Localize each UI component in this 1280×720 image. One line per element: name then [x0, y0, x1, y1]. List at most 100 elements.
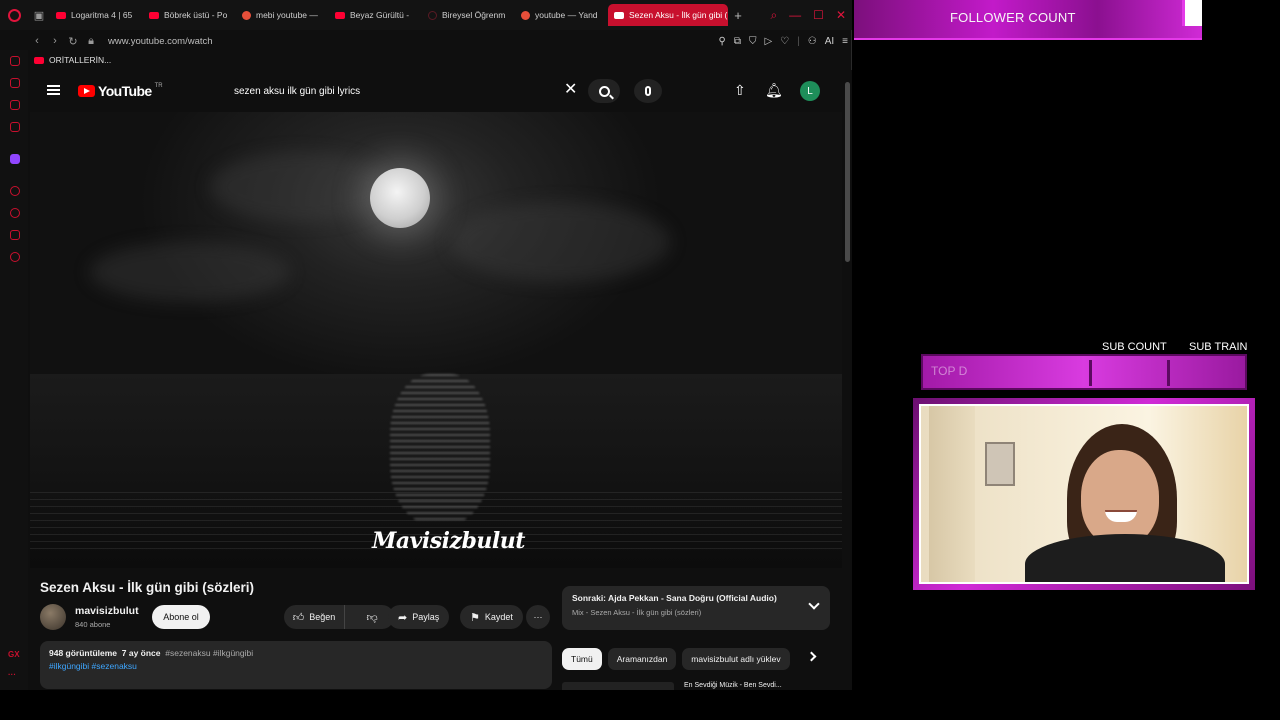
shield-icon[interactable]: ⛉: [749, 36, 757, 47]
reload-icon[interactable]: ↻: [64, 35, 82, 48]
close-window-icon[interactable]: ✕: [836, 8, 846, 22]
gx-icon[interactable]: GX: [8, 650, 20, 659]
instagram-icon[interactable]: [10, 122, 20, 132]
tab-0[interactable]: Logaritma 4 | 65: [50, 4, 142, 26]
webcam-person-face: [1081, 450, 1159, 546]
upload-age: 7 ay önce: [121, 648, 161, 658]
tab-1[interactable]: Böbrek üstü - Po: [143, 4, 235, 26]
youtube-favicon-icon: [614, 11, 624, 19]
extensions-icon[interactable]: [10, 78, 20, 88]
url-field[interactable]: www.youtube.com/watch: [108, 36, 213, 47]
search-input[interactable]: sezen aksu ilk gün gibi lyrics: [224, 79, 580, 103]
settings-icon[interactable]: [10, 252, 20, 262]
opera-logo-icon: [7, 8, 21, 22]
forward-icon[interactable]: ›: [46, 35, 64, 47]
video-player[interactable]: Mavisizbulut: [30, 112, 842, 568]
description-box[interactable]: 948 görüntüleme 7 ay önce #sezenaksu #il…: [40, 641, 552, 689]
channel-avatar[interactable]: [40, 604, 66, 630]
share-icon: ➦: [398, 611, 408, 624]
account-avatar[interactable]: L: [800, 81, 820, 101]
menu-icon[interactable]: ≡: [842, 36, 848, 47]
hamburger-icon[interactable]: [47, 85, 60, 95]
youtube-logo[interactable]: YouTube TR: [78, 83, 163, 99]
webcam-person-body: [1025, 534, 1225, 582]
moon: [370, 168, 430, 228]
sub-bar: TOP D: [921, 354, 1247, 390]
page-scrollbar[interactable]: [842, 70, 852, 690]
chip-from-search[interactable]: Aramanızdan: [607, 648, 677, 670]
twitch-icon[interactable]: [10, 154, 20, 164]
chip-all[interactable]: Tümü: [562, 648, 602, 670]
tab-3[interactable]: Beyaz Gürültü -: [329, 4, 421, 26]
opera-menu-button[interactable]: [0, 0, 28, 30]
speed-dial-icon[interactable]: [10, 56, 20, 66]
player-sidebar-icon[interactable]: [10, 186, 20, 196]
history-icon[interactable]: [10, 208, 20, 218]
browser-sidebar: GX ···: [0, 50, 28, 690]
youtube-header: YouTube TR sezen aksu ilk gün gibi lyric…: [30, 70, 842, 112]
thumbs-up-icon: 👍︎: [292, 611, 305, 624]
new-tab-button[interactable]: +: [729, 8, 747, 23]
mic-icon: [645, 86, 651, 96]
lock-icon: 🔒︎: [88, 34, 94, 47]
bookmarks-bar: ORİTALLERİN...: [28, 52, 111, 68]
scrollbar-thumb[interactable]: [845, 82, 850, 262]
snapshot-icon[interactable]: ⧉: [734, 36, 741, 47]
up-next-card[interactable]: Sonraki: Ajda Pekkan - Sana Doğru (Offic…: [562, 586, 830, 630]
messenger-icon[interactable]: [10, 100, 20, 110]
cloud: [210, 152, 390, 222]
maximize-icon[interactable]: ☐: [813, 8, 824, 22]
sub-bar-divider: [1167, 360, 1170, 386]
description-tags: #sezenaksu #ilkgüngibi: [165, 648, 254, 658]
stream-overlay: FOLLOWER COUNT SUB COUNT SUB TRAIN TOP D: [852, 0, 1280, 720]
upload-icon[interactable]: ⇧: [734, 82, 746, 99]
minimize-icon[interactable]: —: [789, 8, 801, 22]
voice-search-button[interactable]: [634, 79, 662, 103]
description-hashtags[interactable]: #ilkgüngibi #sezenaksu: [49, 660, 543, 673]
tab-tools-icon[interactable]: ▣: [28, 0, 50, 30]
chip-channel-uploads[interactable]: mavisizbulut adlı yüklev: [682, 648, 790, 670]
recommendation-title: En Sevdiği Müzik - Ben Sevdi...: [684, 682, 782, 689]
divider: |: [797, 35, 800, 47]
filter-chips: Tümü Aramanızdan mavisizbulut adlı yükle…: [562, 648, 832, 670]
recommendation-peek[interactable]: En Sevdiği Müzik - Ben Sevdi...: [562, 682, 832, 690]
ai-button[interactable]: AI: [825, 36, 834, 47]
recommendation-thumbnail: [562, 682, 674, 690]
bookmark-item[interactable]: ORİTALLERİN...: [49, 55, 111, 65]
tab-active[interactable]: Sezen Aksu - İlk gün gibi (: [608, 4, 728, 26]
heart-icon[interactable]: ♡: [780, 36, 789, 47]
youtube-favicon-icon: [34, 56, 44, 64]
share-button[interactable]: ➦ Paylaş: [388, 605, 450, 629]
subscribe-button[interactable]: Abone ol: [152, 605, 210, 629]
clear-search-icon[interactable]: ✕: [564, 82, 577, 98]
player-icon[interactable]: ▷: [764, 36, 772, 47]
personal-news-icon[interactable]: [10, 230, 20, 240]
sub-bar-ghost-text: TOP D: [931, 364, 968, 378]
like-button[interactable]: 👍︎ Beğen: [284, 605, 346, 629]
search-tabs-icon[interactable]: ⌕: [770, 8, 777, 23]
tab-5[interactable]: youtube — Yand: [515, 4, 607, 26]
profile-icon[interactable]: ⚇: [808, 36, 817, 47]
thumbs-down-icon: 👎︎: [366, 611, 378, 624]
back-icon[interactable]: ‹: [28, 35, 46, 47]
more-actions-button[interactable]: ···: [526, 605, 550, 629]
more-icon[interactable]: ···: [8, 670, 16, 679]
search-button[interactable]: [588, 79, 620, 103]
yandex-favicon-icon: [242, 10, 251, 20]
pin-icon[interactable]: ⚲: [718, 36, 725, 47]
save-button[interactable]: ⚑ Kaydet: [460, 605, 523, 629]
view-count: 948 görüntüleme: [49, 648, 118, 658]
up-next-title: Sonraki: Ajda Pekkan - Sana Doğru (Offic…: [572, 593, 777, 603]
notifications-icon[interactable]: 🔔︎: [765, 82, 783, 99]
address-bar: ‹ › ↻ 🔒︎ www.youtube.com/watch ⚲ ⧉ ⛉ ▷ ♡…: [28, 30, 852, 52]
tab-4[interactable]: Bireysel Öğrenm: [422, 4, 514, 26]
video-sky: [30, 112, 842, 374]
address-bar-actions: ⚲ ⧉ ⛉ ▷ ♡ | ⚇ AI ≡: [718, 30, 848, 52]
channel-name[interactable]: mavisizbulut: [75, 605, 139, 617]
cloud: [450, 202, 670, 282]
site-favicon-icon: [428, 10, 437, 20]
tab-2[interactable]: mebi youtube —: [236, 4, 328, 26]
youtube-favicon-icon: [335, 11, 345, 19]
webcam-door: [929, 406, 975, 582]
up-next-mix: Mix - Sezen Aksu - İlk gün gibi (sözleri…: [572, 608, 702, 617]
